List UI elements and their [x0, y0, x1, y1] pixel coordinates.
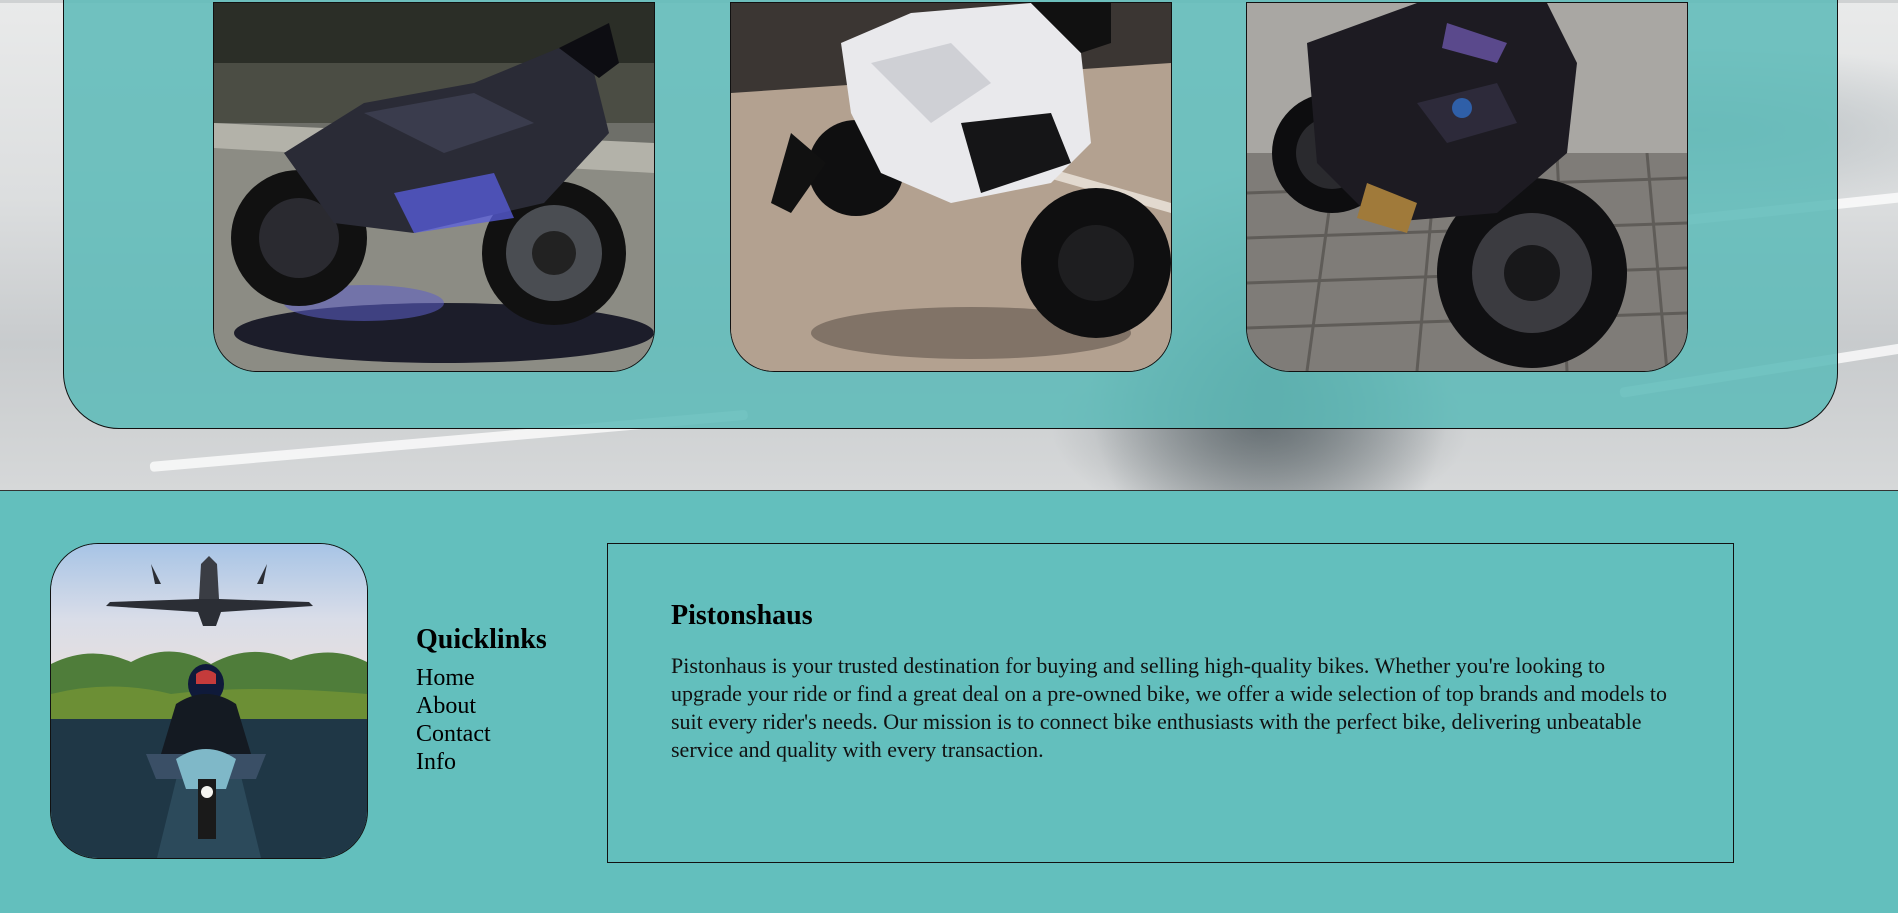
bike-card-3[interactable]: [1246, 2, 1688, 372]
bike-card-1[interactable]: [213, 2, 655, 372]
bike-image-2: [731, 3, 1171, 371]
about-box: Pistonshaus Pistonhaus is your trusted d…: [607, 543, 1734, 863]
bike-image-1: [214, 3, 654, 371]
quicklink-info[interactable]: Info: [416, 748, 547, 776]
quicklinks-title: Quicklinks: [416, 624, 547, 655]
quicklink-home[interactable]: Home: [416, 664, 547, 692]
page: Quicklinks Home About Contact Info Pisto…: [0, 0, 1898, 913]
bike-card-2[interactable]: [730, 2, 1172, 372]
about-text: Pistonhaus is your trusted destination f…: [671, 653, 1667, 762]
quicklinks-nav: Quicklinks Home About Contact Info: [416, 624, 547, 776]
bike-image-3: [1247, 3, 1687, 371]
hero-section: [0, 0, 1898, 491]
footer: Quicklinks Home About Contact Info Pisto…: [0, 491, 1898, 913]
about-title: Pistonshaus: [671, 600, 813, 631]
quicklink-about[interactable]: About: [416, 692, 547, 720]
footer-rider-photo: [50, 543, 368, 859]
quicklink-contact[interactable]: Contact: [416, 720, 547, 748]
quicklinks-list: Home About Contact Info: [416, 664, 547, 776]
rider-jet-image: [51, 544, 367, 858]
